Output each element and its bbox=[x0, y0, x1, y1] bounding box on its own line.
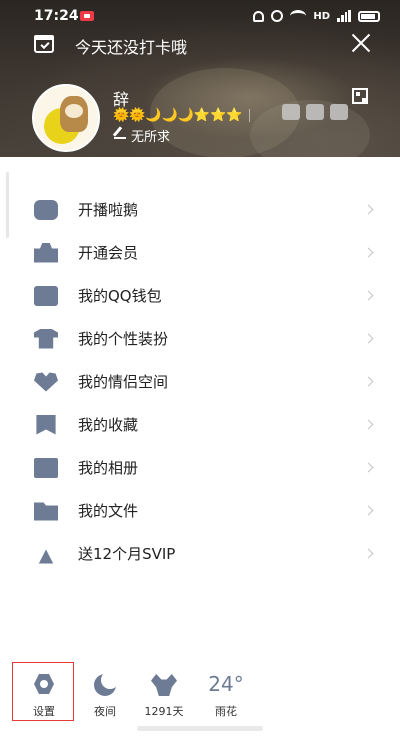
night-mode-label: 夜间 bbox=[94, 705, 116, 718]
menu-item-label: 我的文件 bbox=[78, 502, 139, 520]
weather-temperature: 24° bbox=[208, 672, 244, 696]
menu-item-wallet[interactable]: 我的QQ钱包 bbox=[0, 274, 400, 317]
wings-icon bbox=[151, 674, 177, 696]
chevron-right-icon bbox=[363, 333, 374, 344]
notification-icon bbox=[80, 11, 94, 21]
weather-button[interactable]: 24° 雨花 bbox=[196, 668, 256, 720]
battery-icon bbox=[358, 10, 380, 22]
menu-item-label: 我的收藏 bbox=[78, 416, 139, 434]
menu-item-label: 开播啦鹅 bbox=[78, 201, 139, 219]
shirt-icon bbox=[34, 328, 58, 349]
calendar-check-icon[interactable] bbox=[34, 35, 54, 53]
menu-item-svip[interactable]: 送12个月SVIP bbox=[0, 532, 400, 575]
chevron-right-icon bbox=[363, 548, 374, 559]
days-button[interactable]: 1291天 bbox=[134, 668, 194, 720]
signal-icon bbox=[337, 10, 351, 22]
badge-icons[interactable] bbox=[282, 104, 348, 120]
settings-icon-center bbox=[40, 680, 48, 688]
close-icon[interactable] bbox=[350, 32, 372, 54]
chevron-right-icon bbox=[363, 376, 374, 387]
teapot-badge-icon bbox=[282, 104, 300, 120]
signature[interactable]: 无所求 bbox=[131, 126, 170, 145]
alarm-icon bbox=[271, 10, 284, 22]
bell-icon bbox=[253, 10, 265, 22]
settings-button[interactable]: 设置 bbox=[14, 668, 74, 720]
level-divider bbox=[248, 108, 250, 122]
profile-header: 17:24 HD 今天还没打卡哦 辞 🌞🌞🌙🌙🌙⭐⭐⭐ 无所求 bbox=[0, 0, 400, 157]
folder-icon bbox=[34, 502, 58, 521]
menu-item-live[interactable]: 开播啦鹅 bbox=[0, 188, 400, 231]
menu-item-theme[interactable]: 我的个性装扮 bbox=[0, 317, 400, 360]
menu-item-files[interactable]: 我的文件 bbox=[0, 489, 400, 532]
menu-item-label: 我的情侣空间 bbox=[78, 373, 169, 391]
bottom-bar: 设置 夜间 1291天 24° 雨花 bbox=[0, 668, 400, 728]
menu-item-membership[interactable]: 开通会员 bbox=[0, 231, 400, 274]
edit-icon[interactable] bbox=[114, 127, 126, 139]
level-icons-text: 🌞🌞🌙🌙🌙⭐⭐⭐ bbox=[113, 107, 243, 123]
live-icon bbox=[34, 199, 58, 220]
days-label: 1291天 bbox=[144, 705, 184, 718]
antenna-icon bbox=[38, 549, 54, 564]
wallet-icon bbox=[34, 285, 58, 306]
heart-icon bbox=[34, 372, 58, 392]
moon-icon bbox=[94, 671, 119, 696]
weather-city: 雨花 bbox=[215, 705, 237, 718]
chevron-right-icon bbox=[363, 204, 374, 215]
home-indicator[interactable] bbox=[137, 726, 263, 731]
menu-item-favorites[interactable]: 我的收藏 bbox=[0, 403, 400, 446]
qr-code-icon[interactable] bbox=[352, 88, 368, 104]
chevron-right-icon bbox=[363, 247, 374, 258]
photo-icon bbox=[34, 457, 58, 478]
cap-badge-icon bbox=[306, 104, 324, 120]
night-mode-button[interactable]: 夜间 bbox=[75, 668, 135, 720]
menu-item-label: 开通会员 bbox=[78, 244, 139, 262]
menu-item-label: 我的QQ钱包 bbox=[78, 287, 162, 305]
avatar[interactable] bbox=[32, 84, 100, 152]
network-type: HD bbox=[313, 10, 330, 22]
status-icons: HD bbox=[253, 8, 380, 24]
diamond-badge-icon bbox=[330, 104, 348, 120]
status-time: 17:24 bbox=[34, 8, 79, 24]
chevron-right-icon bbox=[363, 505, 374, 516]
bookmark-icon bbox=[36, 414, 56, 435]
menu-item-label: 我的相册 bbox=[78, 459, 139, 477]
level-icons[interactable]: 🌞🌞🌙🌙🌙⭐⭐⭐ bbox=[113, 107, 255, 123]
menu-item-album[interactable]: 我的相册 bbox=[0, 446, 400, 489]
chevron-right-icon bbox=[363, 290, 374, 301]
chevron-right-icon bbox=[363, 419, 374, 430]
chevron-right-icon bbox=[363, 462, 374, 473]
status-bar: 17:24 HD bbox=[0, 0, 400, 30]
wifi-icon bbox=[290, 10, 307, 22]
menu-item-label: 送12个月SVIP bbox=[78, 545, 176, 563]
checkin-prompt[interactable]: 今天还没打卡哦 bbox=[75, 34, 187, 58]
avatar-cat-face bbox=[65, 104, 83, 118]
menu-item-couple-space[interactable]: 我的情侣空间 bbox=[0, 360, 400, 403]
crown-icon bbox=[34, 242, 58, 263]
settings-label: 设置 bbox=[33, 705, 55, 718]
menu-item-label: 我的个性装扮 bbox=[78, 330, 169, 348]
